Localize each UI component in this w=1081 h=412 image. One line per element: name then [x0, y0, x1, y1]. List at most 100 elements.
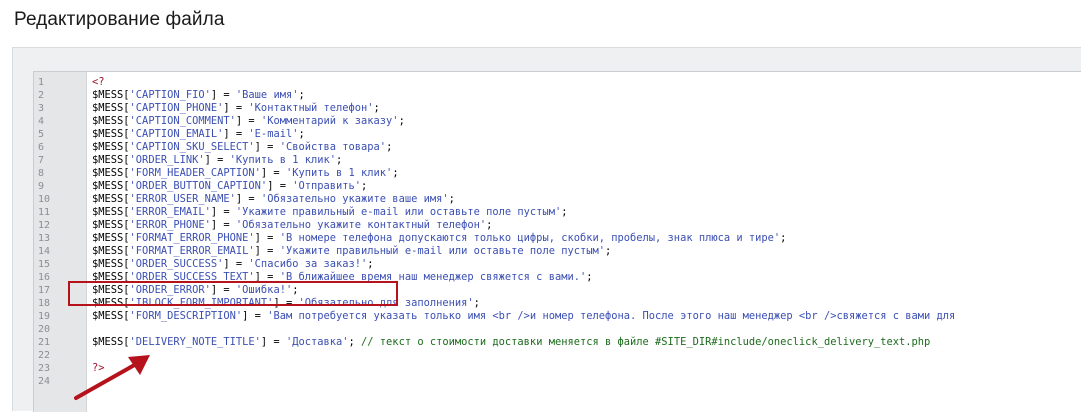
code-token-op: ] =: [235, 193, 261, 205]
code-token-str: 'ERROR_EMAIL': [129, 206, 211, 218]
code-line[interactable]: 1 <?: [34, 76, 1081, 89]
code-token-var: $MESS[: [92, 232, 130, 244]
line-number: 7: [38, 155, 45, 166]
code-line[interactable]: 4 $MESS['CAPTION_COMMENT'] = 'Комментарий…: [34, 115, 1081, 128]
code-editor[interactable]: 1 <? 2 $MESS['CAPTION_FIO'] = 'Ваше имя'; 3 $…: [33, 71, 1081, 412]
code-token-str: 'Спасибо за заказ!': [248, 258, 368, 270]
code-token-var: $MESS[: [92, 219, 130, 231]
code-text: $MESS['CAPTION_EMAIL'] = 'E-mail';: [92, 128, 305, 141]
page-title: Редактирование файла: [14, 9, 225, 30]
code-token-var: $MESS[: [92, 102, 130, 114]
line-number: 12: [38, 220, 51, 231]
code-line[interactable]: 12 $MESS['ERROR_PHONE'] = 'Обязательно ук…: [34, 219, 1081, 232]
code-token-op: ] =: [210, 219, 236, 231]
code-text: $MESS['CAPTION_COMMENT'] = 'Комментарий …: [92, 115, 405, 128]
code-token-str: 'Вам потребуется указать только имя <br …: [267, 310, 956, 322]
code-token-str: 'Укажите правильный e-mail или оставьте …: [279, 245, 605, 257]
code-text: $MESS['DELIVERY_NOTE_TITLE'] = 'Доставка…: [92, 336, 930, 349]
code-text: $MESS['ORDER_ERROR'] = 'Ошибка!';: [92, 284, 298, 297]
code-text: $MESS['FORMAT_ERROR_EMAIL'] = 'Укажите п…: [92, 245, 611, 258]
code-text: $MESS['FORMAT_ERROR_PHONE'] = 'В номере …: [92, 232, 786, 245]
code-token-var: $MESS[: [92, 154, 130, 166]
code-line[interactable]: 6 $MESS['CAPTION_SKU_SELECT'] = 'Свойства…: [34, 141, 1081, 154]
code-token-str: 'Обязательно для заполнения': [298, 297, 474, 309]
code-token-op: ] =: [223, 258, 249, 270]
code-token-var: $MESS[: [92, 271, 130, 283]
code-line[interactable]: 18 $MESS['IBLOCK_FORM_IMPORTANT'] = 'Обяз…: [34, 297, 1081, 310]
code-line[interactable]: 14 $MESS['FORMAT_ERROR_EMAIL'] = 'Укажите…: [34, 245, 1081, 258]
code-token-op: ;: [336, 154, 343, 166]
code-text: $MESS['ERROR_USER_NAME'] = 'Обязательно …: [92, 193, 455, 206]
code-line[interactable]: 21 $MESS['DELIVERY_NOTE_TITLE'] = 'Достав…: [34, 336, 1081, 349]
code-token-op: ;: [348, 336, 362, 348]
code-token-str: 'Ваше имя': [235, 89, 299, 101]
code-line[interactable]: 17 $MESS['ORDER_ERROR'] = 'Ошибка!';: [34, 284, 1081, 297]
code-token-str: 'В номере телефона допускаются только ци…: [279, 232, 781, 244]
code-lines[interactable]: 1 <? 2 $MESS['CAPTION_FIO'] = 'Ваше имя'; 3 $…: [34, 76, 1081, 388]
code-line[interactable]: 3 $MESS['CAPTION_PHONE'] = 'Контактный те…: [34, 102, 1081, 115]
line-number: 21: [38, 337, 51, 348]
code-token-str: 'IBLOCK_FORM_IMPORTANT': [129, 297, 274, 309]
code-token-op: ;: [605, 245, 612, 257]
code-token-str: 'ORDER_SUCCESS_TEXT': [129, 271, 255, 283]
line-number: 19: [38, 311, 51, 322]
code-token-str: 'ORDER_BUTTON_CAPTION': [129, 180, 268, 192]
code-line[interactable]: 2 $MESS['CAPTION_FIO'] = 'Ваше имя';: [34, 89, 1081, 102]
line-number: 14: [38, 246, 51, 257]
code-token-op: ] =: [210, 206, 236, 218]
code-token-op: ] =: [223, 102, 249, 114]
code-line[interactable]: 13 $MESS['FORMAT_ERROR_PHONE'] = 'В номер…: [34, 232, 1081, 245]
code-token-op: ;: [373, 102, 380, 114]
line-number: 2: [38, 90, 45, 101]
code-token-op: ;: [398, 115, 405, 127]
code-line[interactable]: 24: [34, 375, 1081, 388]
code-token-tag: <?: [92, 76, 105, 88]
code-token-str: 'ORDER_LINK': [129, 154, 205, 166]
code-token-var: $MESS[: [92, 297, 130, 309]
code-token-var: $MESS[: [92, 141, 130, 153]
line-number: 8: [38, 168, 45, 179]
code-token-op: ] =: [223, 128, 249, 140]
code-line[interactable]: 16 $MESS['ORDER_SUCCESS_TEXT'] = 'В ближа…: [34, 271, 1081, 284]
code-token-op: ] =: [273, 297, 299, 309]
code-token-str: 'CAPTION_SKU_SELECT': [129, 141, 255, 153]
code-token-var: $MESS[: [92, 128, 130, 140]
code-token-cmt: // текст о стоимости доставки меняется в…: [361, 336, 931, 348]
line-number: 23: [38, 363, 51, 374]
line-number: 11: [38, 207, 51, 218]
code-line[interactable]: 5 $MESS['CAPTION_EMAIL'] = 'E-mail';: [34, 128, 1081, 141]
code-token-str: 'ERROR_PHONE': [129, 219, 211, 231]
code-line[interactable]: 11 $MESS['ERROR_EMAIL'] = 'Укажите правил…: [34, 206, 1081, 219]
code-token-op: ;: [367, 258, 374, 270]
code-text: $MESS['CAPTION_FIO'] = 'Ваше имя';: [92, 89, 305, 102]
code-token-str: 'Укажите правильный e-mail или оставьте …: [235, 206, 562, 218]
code-line[interactable]: 20: [34, 323, 1081, 336]
code-token-op: ;: [386, 141, 393, 153]
line-number: 1: [38, 77, 45, 88]
line-number: 6: [38, 142, 45, 153]
code-token-str: 'CAPTION_COMMENT': [129, 115, 236, 127]
code-line[interactable]: 9 $MESS['ORDER_BUTTON_CAPTION'] = 'Отправ…: [34, 180, 1081, 193]
code-line[interactable]: 10 $MESS['ERROR_USER_NAME'] = 'Обязательн…: [34, 193, 1081, 206]
code-token-var: $MESS[: [92, 193, 130, 205]
code-line[interactable]: 15 $MESS['ORDER_SUCCESS'] = 'Спасибо за з…: [34, 258, 1081, 271]
line-number: 4: [38, 116, 45, 127]
code-token-str: 'FORMAT_ERROR_PHONE': [129, 232, 255, 244]
code-token-var: $MESS[: [92, 89, 130, 101]
editor-panel: 1 <? 2 $MESS['CAPTION_FIO'] = 'Ваше имя'; 3 $…: [12, 47, 1081, 412]
code-token-op: ;: [392, 167, 399, 179]
code-text: $MESS['ORDER_LINK'] = 'Купить в 1 клик';: [92, 154, 342, 167]
code-line[interactable]: 23 ?>: [34, 362, 1081, 375]
code-line[interactable]: 7 $MESS['ORDER_LINK'] = 'Купить в 1 клик'…: [34, 154, 1081, 167]
code-token-str: 'FORM_DESCRIPTION': [129, 310, 243, 322]
code-line[interactable]: 8 $MESS['FORM_HEADER_CAPTION'] = 'Купить …: [34, 167, 1081, 180]
code-line[interactable]: 22: [34, 349, 1081, 362]
code-token-op: ] =: [260, 336, 286, 348]
code-token-str: 'ORDER_SUCCESS': [129, 258, 224, 270]
code-text: $MESS['CAPTION_PHONE'] = 'Контактный тел…: [92, 102, 380, 115]
code-line[interactable]: 19 $MESS['FORM_DESCRIPTION'] = 'Вам потре…: [34, 310, 1081, 323]
code-token-str: 'Свойства товара': [279, 141, 387, 153]
line-number: 15: [38, 259, 51, 270]
code-token-var: $MESS[: [92, 284, 130, 296]
code-token-var: $MESS[: [92, 206, 130, 218]
